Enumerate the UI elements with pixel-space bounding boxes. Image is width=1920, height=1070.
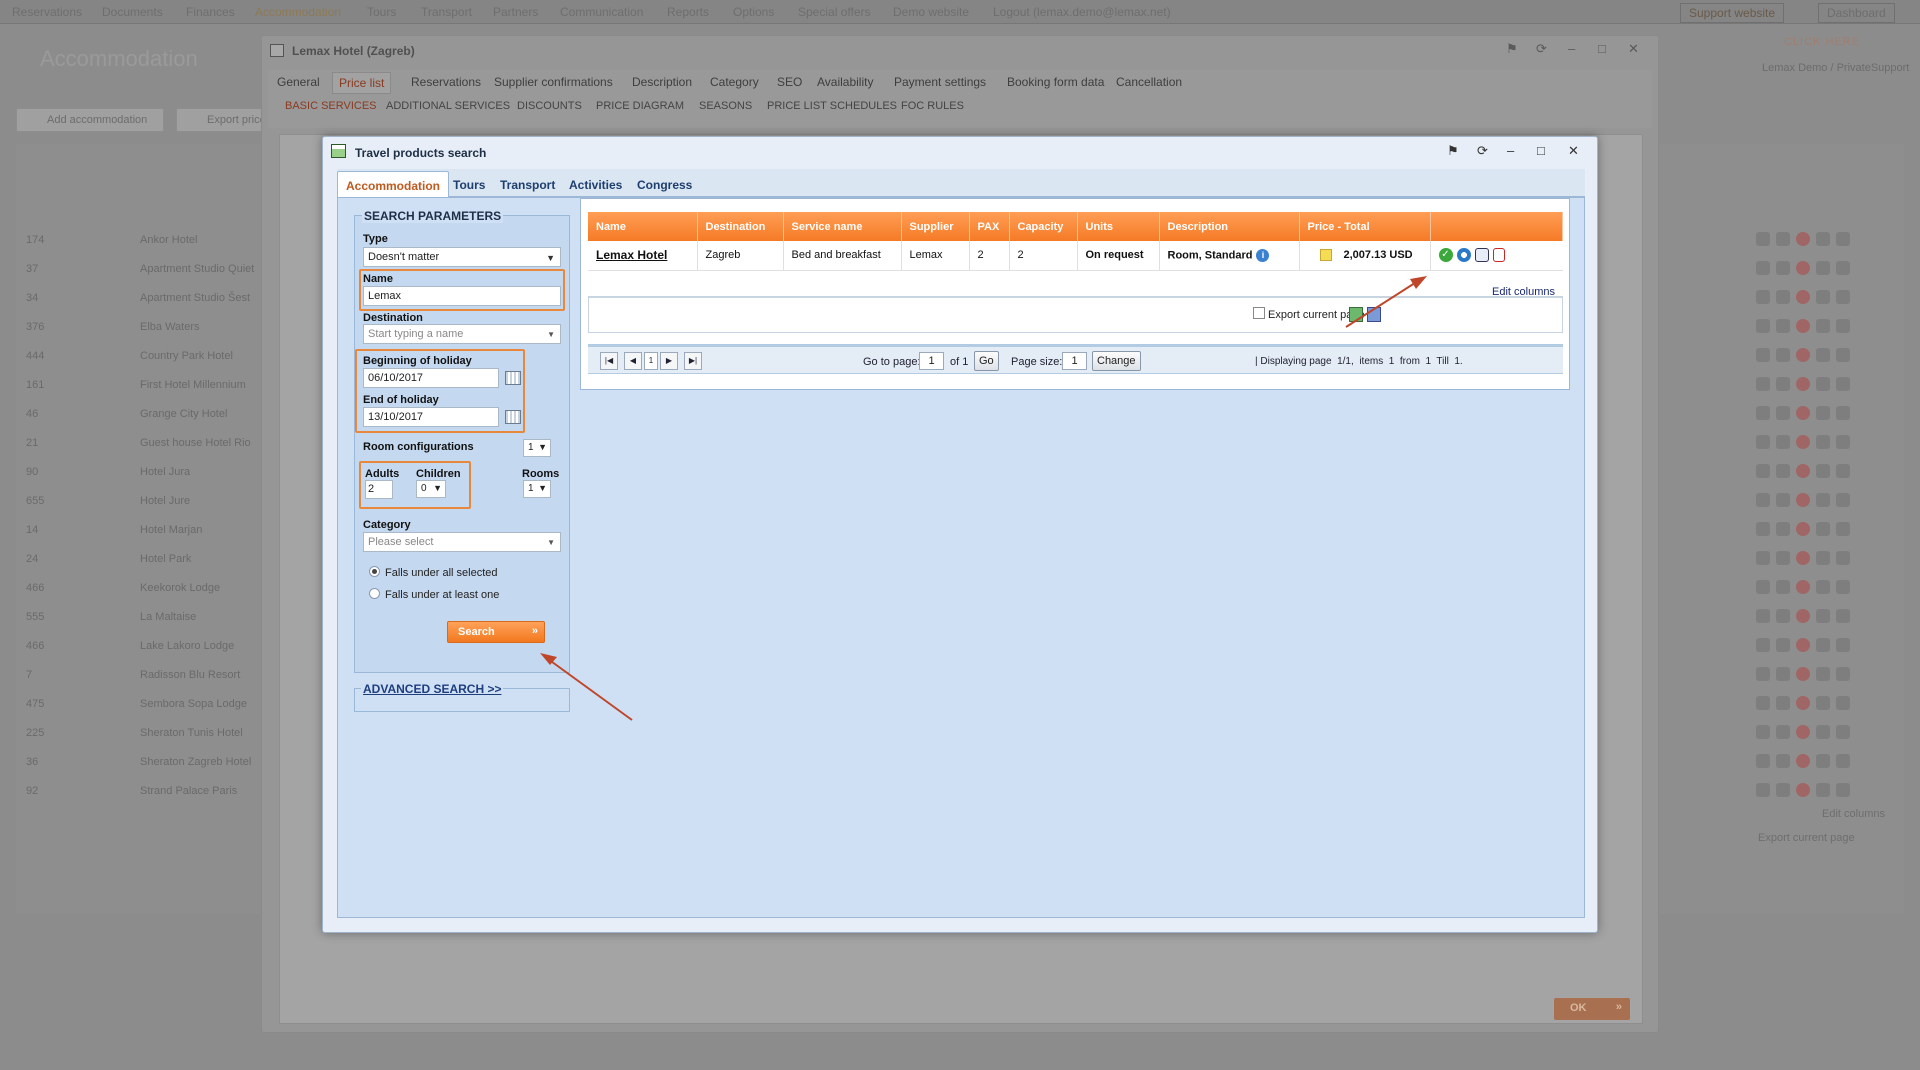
arrowhead-icon [1410, 276, 1427, 289]
arrow-to-select [1345, 280, 1419, 328]
arrow-to-search [547, 658, 633, 721]
annotation-arrows [540, 276, 1427, 721]
